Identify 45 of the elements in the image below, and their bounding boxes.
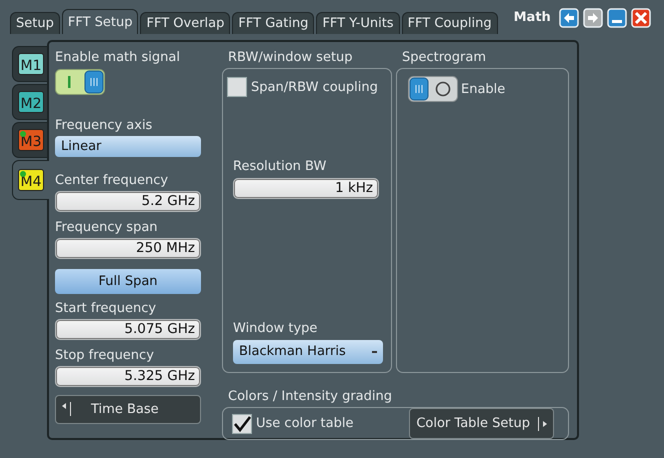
color-table-setup-button[interactable]: Color Table Setup xyxy=(409,408,554,439)
full-span-button[interactable]: Full Span xyxy=(55,269,201,294)
checkbox[interactable] xyxy=(227,77,247,97)
close-button[interactable] xyxy=(630,8,651,28)
group-title: RBW/window setup xyxy=(228,50,354,66)
field-label: Frequency span xyxy=(55,220,158,235)
number-field[interactable]: 1 kHz xyxy=(233,178,379,199)
checkbox-label: Use color table xyxy=(256,416,354,431)
toggle-switch[interactable] xyxy=(55,69,105,95)
field-label: Stop frequency xyxy=(55,348,154,364)
number-field[interactable]: 250 MHz xyxy=(55,238,201,259)
tab[interactable]: FFT Setup xyxy=(62,9,138,34)
toggle-label: Enable xyxy=(461,82,506,96)
right-arrow-icon xyxy=(538,416,547,430)
toggle-switch[interactable] xyxy=(408,76,458,102)
tab[interactable]: Setup xyxy=(10,12,60,34)
field-label: Center frequency xyxy=(55,172,168,188)
window-title: Math xyxy=(514,10,551,25)
math-tab[interactable]: M3 xyxy=(12,122,47,158)
back-button[interactable] xyxy=(558,8,579,28)
left-arrow-icon xyxy=(62,402,71,416)
tab[interactable]: FFT Gating xyxy=(232,12,314,34)
math-tab[interactable]: M4 xyxy=(12,160,49,200)
field-label: Window type xyxy=(233,321,318,336)
tab[interactable]: FFT Coupling xyxy=(402,12,498,34)
field-label: Enable math signal xyxy=(55,50,180,65)
tab[interactable]: FFT Overlap xyxy=(140,12,230,34)
checkbox[interactable] xyxy=(232,414,252,434)
caret-icon xyxy=(372,351,377,353)
number-field[interactable]: 5.2 GHz xyxy=(55,190,201,212)
time-base-button[interactable]: Time Base xyxy=(55,394,201,424)
tab[interactable]: FFT Y-Units xyxy=(316,12,400,34)
dropdown[interactable]: Blackman Harris xyxy=(233,340,383,364)
field-label: Start frequency xyxy=(55,301,156,316)
minimize-button[interactable] xyxy=(606,8,627,28)
math-tab[interactable]: M2 xyxy=(12,84,47,120)
checkbox-label: Span/RBW coupling xyxy=(251,80,378,94)
group-title: Colors / Intensity grading xyxy=(228,389,393,405)
math-tab[interactable]: M1 xyxy=(12,46,47,82)
field-label: Frequency axis xyxy=(55,118,152,134)
number-field[interactable]: 5.325 GHz xyxy=(55,366,201,388)
field-label: Resolution BW xyxy=(233,159,326,174)
number-field[interactable]: 5.075 GHz xyxy=(55,319,201,340)
group-title: Spectrogram xyxy=(402,50,487,66)
dropdown[interactable]: Linear xyxy=(55,136,201,158)
